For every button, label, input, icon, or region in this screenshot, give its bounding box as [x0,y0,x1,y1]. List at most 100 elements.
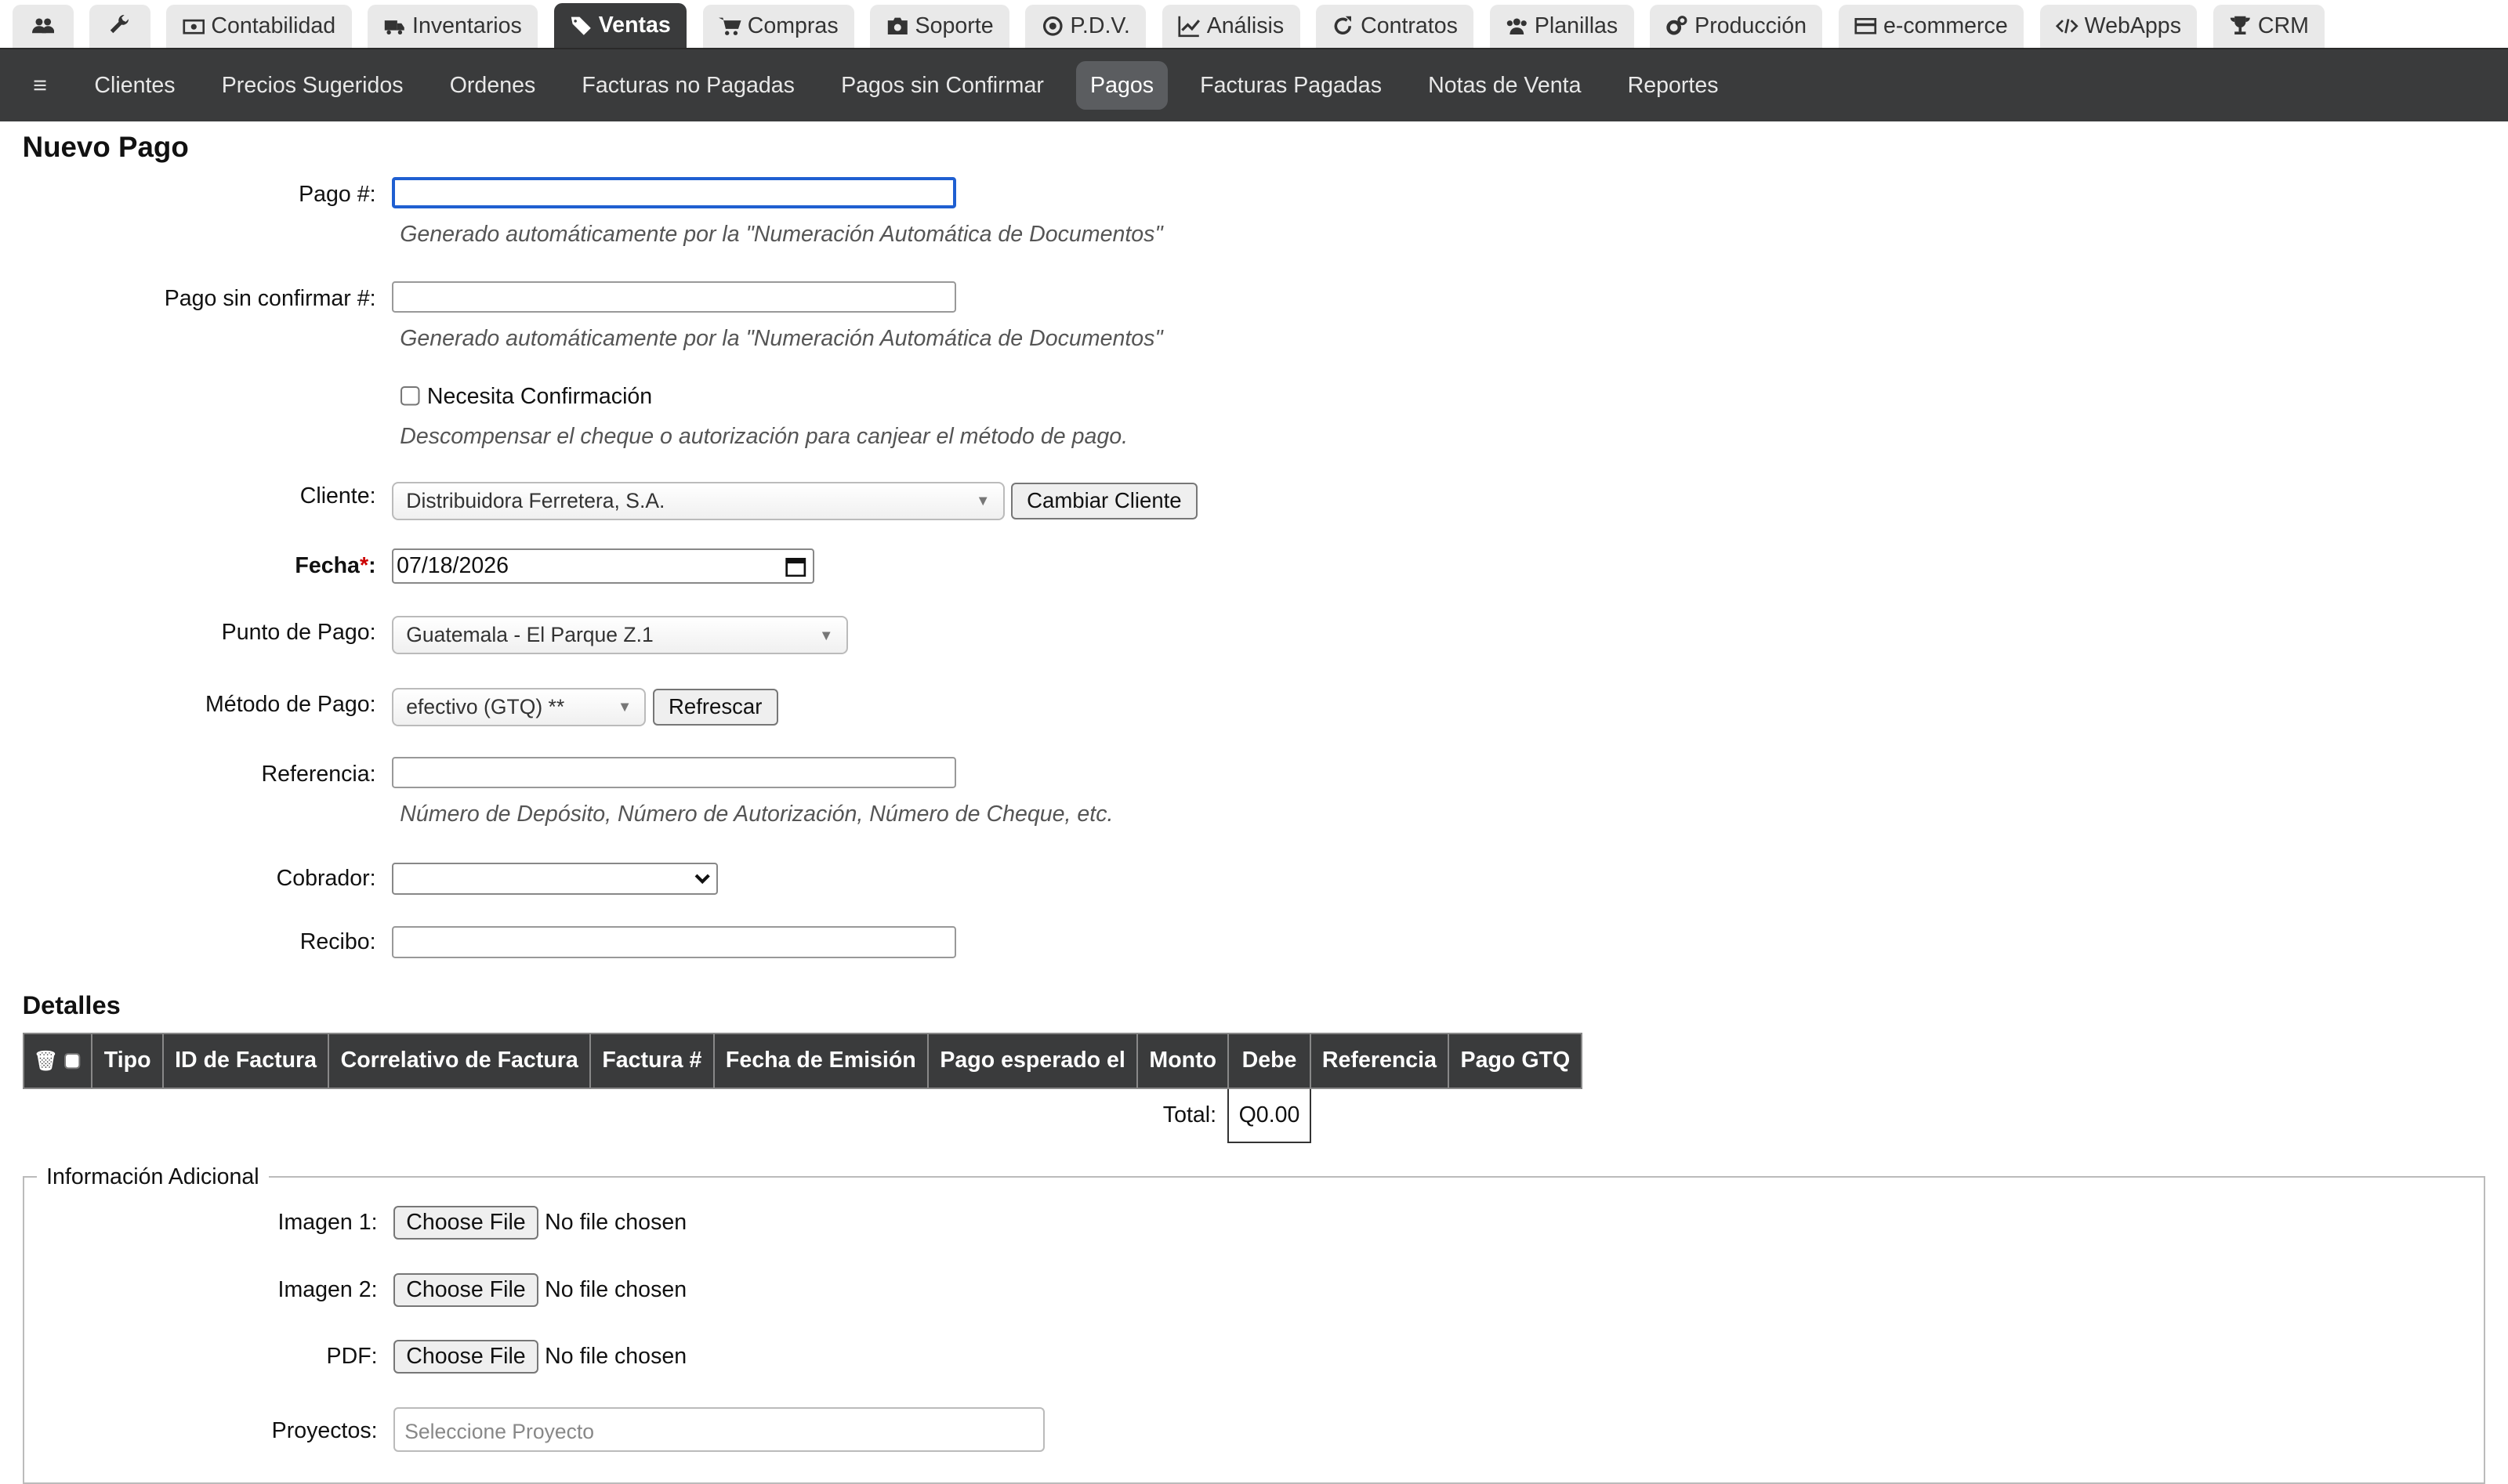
camera-icon [887,17,908,35]
cogs-icon [1666,16,1687,35]
col-factura-num[interactable]: Factura # [589,1033,715,1089]
col-debe[interactable]: Debe [1227,1033,1311,1089]
details-table: 🗑 Tipo ID de Factura Correlativo de Fact… [22,1033,1583,1143]
col-correlativo[interactable]: Correlativo de Factura [328,1033,592,1089]
chevron-down-icon: ▼ [819,626,834,643]
pdf-choose-button[interactable]: Choose File [393,1340,538,1374]
punto-pago-label: Punto de Pago: [221,620,376,646]
tab-planillas[interactable]: Planillas [1489,5,1634,49]
tab-analisis[interactable]: Análisis [1162,5,1300,49]
tab-tools[interactable] [89,5,150,49]
section-nav: ≡ Clientes Precios Sugeridos Ordenes Fac… [0,48,2508,122]
tab-webapps[interactable]: WebApps [2039,5,2198,49]
col-monto[interactable]: Monto [1136,1033,1230,1089]
nav-clientes[interactable]: Clientes [80,61,190,110]
trash-icon[interactable]: 🗑 [34,1051,58,1072]
tab-ecommerce[interactable]: e-commerce [1838,5,2024,49]
calendar-icon[interactable] [785,556,806,577]
col-id-factura[interactable]: ID de Factura [161,1033,330,1089]
tab-users[interactable] [13,5,74,49]
select-all-checkbox[interactable] [63,1052,82,1071]
recibo-label: Recibo: [299,929,376,955]
pdf-label: PDF: [326,1344,378,1370]
tab-ventas[interactable]: Ventas [553,3,687,49]
col-tipo[interactable]: Tipo [91,1033,164,1089]
nav-precios-sugeridos[interactable]: Precios Sugeridos [207,61,418,110]
module-tabs: Contabilidad Inventarios Ventas Compras … [0,0,2508,49]
additional-info: Información Adicional Imagen 1: Choose F… [22,1164,2486,1484]
cobrador-select[interactable] [391,862,719,895]
imagen-1-choose-button[interactable]: Choose File [393,1206,538,1240]
cliente-combo[interactable]: Distribuidora Ferretera, S.A. ▼ [391,481,1005,520]
pago-num-label: Pago #: [299,181,376,207]
sliders-icon[interactable]: ≡ [16,72,63,100]
target-icon [1042,16,1063,36]
tab-produccion[interactable]: Producción [1650,5,1823,49]
select-all-header: 🗑 [22,1033,93,1089]
card-icon [1854,18,1877,34]
pago-sin-confirmar-input[interactable] [391,281,957,313]
imagen-2-choose-button[interactable]: Choose File [393,1272,538,1307]
cambiar-cliente-button[interactable]: Cambiar Cliente [1010,482,1198,519]
referencia-help: Número de Depósito, Número de Autorizaci… [400,801,1114,827]
details-header-row: 🗑 Tipo ID de Factura Correlativo de Fact… [22,1033,1583,1089]
trophy-icon [2230,16,2250,35]
tab-inventarios[interactable]: Inventarios [367,5,538,49]
refrescar-button[interactable]: Refrescar [652,688,778,726]
tab-contratos[interactable]: Contratos [1315,5,1474,49]
pago-sin-confirmar-help: Generado automáticamente por la "Numerac… [400,325,1163,351]
required-mark: * [359,553,369,579]
tab-crm[interactable]: CRM [2213,5,2325,49]
code-icon [2055,19,2079,34]
proyectos-placeholder: Seleccione Proyecto [404,1420,594,1444]
chart-icon [1178,16,1200,38]
pago-num-input[interactable] [391,176,957,209]
tab-pdv[interactable]: P.D.V. [1025,5,1147,49]
nav-notas-de-venta[interactable]: Notas de Venta [1414,61,1596,110]
tab-contabilidad[interactable]: Contabilidad [166,5,352,49]
fecha-input[interactable]: 07/18/2026 [391,548,814,585]
details-title: Detalles [22,990,121,1019]
wrench-icon [110,15,129,34]
row-referencia: Referencia: Número de Depósito, Número d… [23,756,2486,827]
recibo-input[interactable] [391,926,957,959]
nav-pagos-sin-confirmar[interactable]: Pagos sin Confirmar [827,61,1058,110]
nav-reportes[interactable]: Reportes [1613,61,1733,110]
necesita-confirmacion-wrapper[interactable]: Necesita Confirmación [400,384,2485,410]
imagen-2-label: Imagen 2: [277,1276,378,1302]
total-label: Total: [1162,1102,1217,1128]
additional-info-legend: Información Adicional [46,1164,259,1189]
row-cliente: Cliente: Distribuidora Ferretera, S.A. ▼… [23,481,2486,520]
metodo-pago-combo[interactable]: efectivo (GTQ) ** ▼ [391,687,647,726]
col-pago-esperado[interactable]: Pago esperado el [927,1033,1139,1089]
nav-ordenes[interactable]: Ordenes [435,61,549,110]
group-icon [1506,18,1527,35]
chevron-down-icon: ▼ [976,492,991,509]
necesita-confirmacion-help: Descompensar el cheque o autorización pa… [400,423,1129,449]
proyectos-input[interactable]: Seleccione Proyecto [393,1407,1045,1453]
necesita-confirmacion-checkbox[interactable] [400,385,421,407]
referencia-input[interactable] [391,756,957,789]
fecha-label: Fecha*: [295,553,376,579]
tab-compras[interactable]: Compras [702,5,855,49]
row-metodo-pago: Método de Pago: efectivo (GTQ) ** ▼ Refr… [23,687,2486,726]
imagen-1-label: Imagen 1: [277,1210,378,1236]
fecha-value: 07/18/2026 [397,553,509,579]
pago-num-help: Generado automáticamente por la "Numerac… [400,221,1163,247]
nav-facturas-pagadas[interactable]: Facturas Pagadas [1186,61,1397,110]
necesita-confirmacion-label: Necesita Confirmación [426,383,653,409]
payment-form: Nuevo Pago Pago #: Generado automáticame… [0,121,2508,1153]
nav-facturas-no-pagadas[interactable]: Facturas no Pagadas [567,61,809,110]
cliente-label: Cliente: [299,483,376,509]
chevron-down-icon [694,874,710,885]
refresh-icon [1334,16,1352,35]
punto-pago-combo[interactable]: Guatemala - El Parque Z.1 ▼ [391,616,848,655]
row-punto-pago: Punto de Pago: Guatemala - El Parque Z.1… [23,616,2486,655]
col-pago-gtq[interactable]: Pago GTQ [1448,1033,1583,1089]
total-value: Q0.00 [1227,1088,1311,1143]
row-pago-sin-confirmar: Pago sin confirmar #: Generado automátic… [23,281,2486,352]
col-referencia[interactable]: Referencia [1309,1033,1450,1089]
tab-soporte[interactable]: Soporte [870,5,1009,49]
nav-pagos[interactable]: Pagos [1075,61,1169,110]
col-fecha-emision[interactable]: Fecha de Emisión [712,1033,930,1089]
